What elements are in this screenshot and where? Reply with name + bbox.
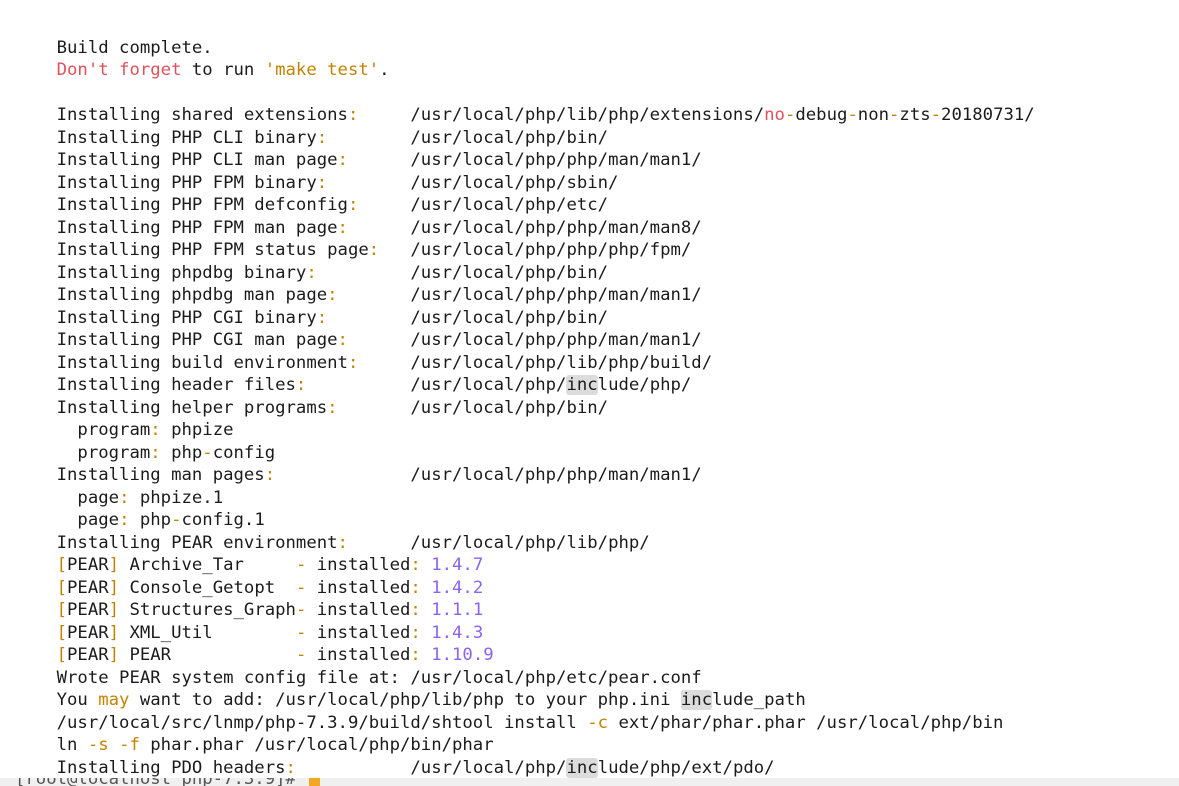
pear-package-line: [PEAR] Console_Getopt - installed: 1.4.2 [15, 554, 484, 598]
install-row: Installing build environment: /usr/local… [15, 329, 713, 373]
pear-package-line: [PEAR] XML_Util - installed: 1.4.3 [15, 599, 484, 643]
install-pad [338, 398, 411, 418]
install-row: Installing PHP FPM binary: /usr/local/ph… [15, 149, 619, 193]
install-path-rest: lude/php/ [597, 375, 692, 395]
may-want-line: You may want to add: /usr/local/php/lib/… [15, 667, 806, 710]
install-pear-env-line: Installing PEAR environment: /usr/local/… [15, 509, 650, 553]
ext-dir-dash: - [847, 105, 858, 125]
exit-code-line: 0 [15, 757, 67, 786]
shtool-line: /usr/local/src/lnmp/php-7.3.9/build/shto… [15, 689, 1004, 733]
ext-dir-part: 20180731/ [941, 105, 1035, 125]
wrote-config-line: Wrote PEAR system config file at: /usr/l… [15, 644, 702, 688]
period-text: . [379, 60, 390, 80]
install-row: Installing PHP CGI binary: /usr/local/ph… [15, 284, 608, 328]
dont-forget-text: Don't forget [56, 60, 182, 80]
install-row: Installing PHP CGI man page: /usr/local/… [15, 307, 702, 350]
text-cursor [309, 778, 320, 786]
make-test-text: 'make test' [264, 60, 380, 80]
build-complete-line: Build complete. [15, 14, 213, 58]
install-pdo-headers-line: Installing PDO headers: /usr/local/php/i… [15, 734, 775, 778]
install-path: /usr/local/php/bin/ [410, 397, 609, 418]
terminal-output[interactable]: Build complete. Don't forget to run 'mak… [0, 0, 1179, 786]
install-label: Installing PDO headers [56, 757, 286, 778]
to-run-text: to run [181, 60, 265, 80]
page-line: page: phpize.1 [15, 464, 223, 508]
pear-package-line: [PEAR] Structures_Graph- installed: 1.1.… [15, 577, 484, 620]
shell-prompt[interactable]: [root@localhost php-7.3.9]# [0, 778, 1179, 786]
install-sep: : [285, 757, 296, 778]
install-row: Installing shared extensions: /usr/local… [15, 82, 1035, 125]
page-line: page: php-config.1 [15, 487, 264, 530]
install-row: Installing PHP CLI binary: /usr/local/ph… [15, 104, 608, 148]
install-row: Installing PHP FPM defconfig: /usr/local… [15, 172, 608, 215]
install-row: Installing PHP FPM status page: /usr/loc… [15, 217, 692, 260]
install-sep: : [264, 465, 276, 485]
install-man-pages-line: Installing man pages: /usr/local/php/php… [15, 442, 702, 485]
ln-line: ln -s -f phar.phar /usr/local/php/bin/ph… [15, 712, 494, 755]
make-test-reminder-line: Don't forget to run 'make test'. [15, 37, 390, 80]
shtool-flag: -c [587, 712, 609, 733]
ext-dir-part: non [857, 105, 890, 125]
install-pad [296, 758, 410, 778]
install-helper-programs-line: Installing helper programs: /usr/local/p… [15, 374, 608, 418]
program-line: program: php-config [15, 419, 275, 463]
install-row: Installing PHP CLI man page: /usr/local/… [15, 127, 702, 170]
install-row: Installing phpdbg binary: /usr/local/php… [15, 239, 608, 283]
ext-dir-dash: - [889, 105, 900, 125]
install-path: /usr/local/php/ [410, 757, 567, 778]
install-pad [275, 465, 410, 485]
shtool-args: ext/phar/phar.phar /usr/local/php/bin [608, 712, 1004, 733]
program-line: program: phpize [15, 397, 233, 440]
pear-package-line: [PEAR] Archive_Tar - installed: 1.4.7 [15, 532, 484, 575]
install-sep: : [327, 397, 338, 418]
install-header-files-line: Installing header files: /usr/local/php/… [15, 352, 691, 395]
ext-dir-part: zts [899, 105, 931, 125]
ext-dir-part: debug [795, 105, 848, 125]
search-highlight: inc [566, 757, 598, 778]
install-row: Installing PHP FPM man page: /usr/local/… [15, 194, 702, 238]
install-path: /usr/local/php/php/man/man1/ [410, 465, 702, 485]
install-row: Installing phpdbg man page: /usr/local/p… [15, 262, 702, 305]
pear-package-line: [PEAR] PEAR - installed: 1.10.9 [15, 622, 494, 665]
ext-dir-part: no [764, 105, 785, 125]
ext-dir-dash: - [784, 105, 796, 125]
ext-dir-dash: - [930, 105, 942, 125]
prompt-text: [root@localhost php-7.3.9]# [15, 778, 306, 786]
install-path-rest: lude/php/ext/pdo/ [597, 757, 775, 778]
